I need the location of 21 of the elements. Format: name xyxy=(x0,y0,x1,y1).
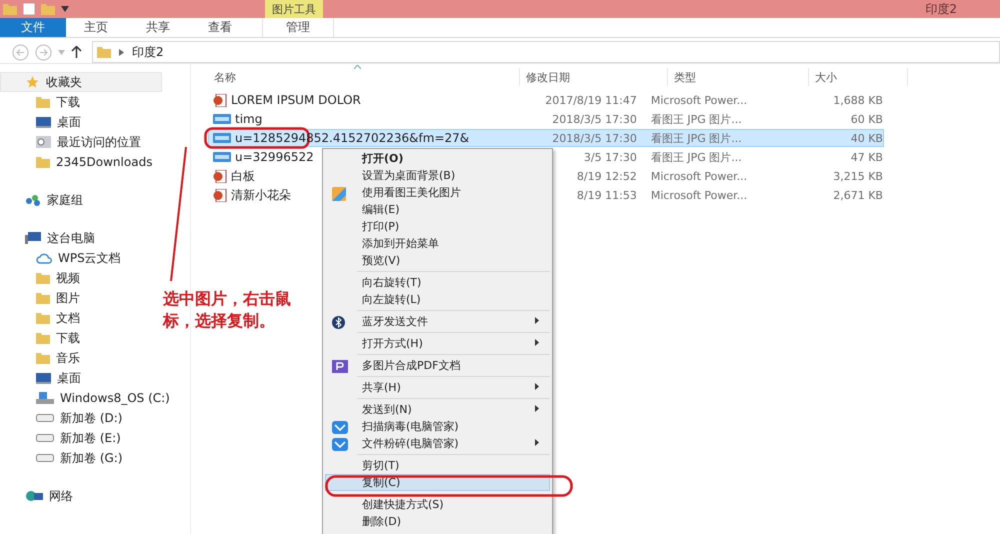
type-cell-text: Microsoft Power... xyxy=(650,170,748,182)
date-cell-text: 3/5 17:30 xyxy=(582,150,637,164)
type-cell-text: Microsoft Power... xyxy=(650,94,748,106)
context-tab-label: 图片工具 xyxy=(265,0,323,18)
size-cell-text: 2,671 KB xyxy=(832,188,883,202)
size-cell-text: 1,688 KB xyxy=(832,94,883,106)
size-cell-text: 60 KB xyxy=(850,112,883,126)
date-cell-text: 2018/3/5 17:30 xyxy=(551,112,637,126)
window-title: 印度2 xyxy=(925,0,957,18)
date-cell-text: 8/19 12:52 xyxy=(576,170,637,182)
type-cell-text: 看图王 JPG 图片... xyxy=(650,130,743,146)
date-cell-text: 2017/8/19 11:47 xyxy=(544,94,637,106)
date-cell-text: 8/19 11:53 xyxy=(576,188,637,202)
type-cell-text: Microsoft Power... xyxy=(650,188,748,202)
date-cell-text: 2018/3/5 17:30 xyxy=(551,132,637,144)
size-cell-text: 40 KB xyxy=(850,132,883,144)
annotation-text: 选中图片，右击鼠标，选择复制。 xyxy=(163,288,292,332)
type-cell-text: 看图王 JPG 图片... xyxy=(650,150,743,164)
type-cell-text: 看图王 JPG 图片... xyxy=(650,112,743,126)
size-cell-text: 47 KB xyxy=(850,150,883,164)
size-cell-text: 3,215 KB xyxy=(832,170,883,182)
